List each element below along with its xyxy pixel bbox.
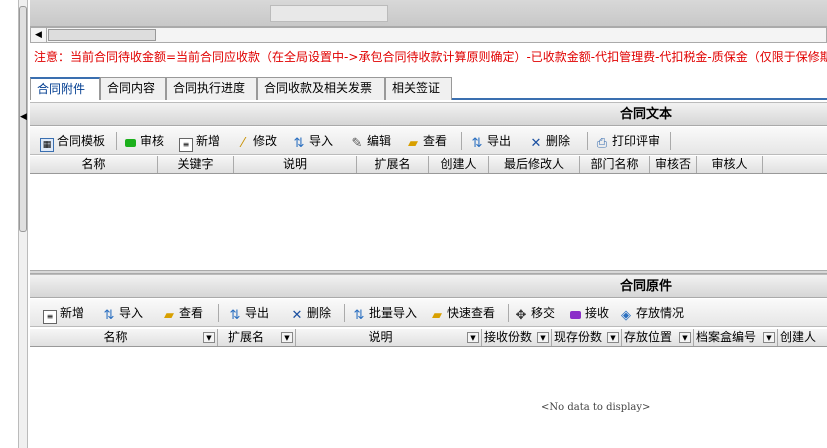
purple-box-icon	[568, 309, 582, 323]
folder-open-icon: ▰	[408, 136, 418, 151]
top-panel	[30, 0, 827, 27]
column-header-extension[interactable]: 扩展名 ▼	[218, 329, 296, 346]
tab-contract-receipts[interactable]: 合同收款及相关发票	[257, 77, 385, 100]
document-icon: ≡	[43, 310, 57, 324]
column-filter-dropdown-icon[interactable]: ▼	[679, 332, 691, 343]
column-header-description[interactable]: 说明 ▼	[296, 329, 482, 346]
horizontal-scroll-thumb[interactable]	[48, 29, 156, 41]
column-header-department[interactable]: 部门名称	[580, 156, 650, 173]
toolbar-separator	[218, 304, 219, 322]
toolbar-separator	[116, 132, 117, 150]
contract-original-grid-header: 名称 ▼ 扩展名 ▼ 说明 ▼ 接收份数 ▼ 现存份数 ▼ 存放位置 ▼ 档案盒编号 ▼ 创建…	[30, 329, 827, 347]
delete-x-icon: ✕	[291, 308, 303, 323]
column-header-creator[interactable]: 创建人	[778, 329, 827, 346]
notice-text: 注意：当前合同待收金额=当前合同应收款（在全局设置中->承包合同待收款计算原则确…	[34, 50, 827, 64]
folder-open-icon: ▰	[432, 308, 442, 323]
toolbar-separator	[670, 132, 671, 150]
contract-original-grid-body[interactable]	[30, 348, 827, 448]
column-filter-dropdown-icon[interactable]: ▼	[607, 332, 619, 343]
column-header-storage-location[interactable]: 存放位置 ▼	[622, 329, 694, 346]
column-header-creator[interactable]: 创建人	[429, 156, 489, 173]
export-original-button[interactable]: ⇅ 导出	[228, 303, 269, 323]
toolbar-separator	[461, 132, 462, 150]
column-header-name[interactable]: 名称 ▼	[30, 329, 218, 346]
column-header-audited[interactable]: 审核否	[650, 156, 697, 173]
delete-x-icon: ✕	[530, 136, 542, 151]
print-review-button[interactable]: ⎙ 打印评审	[595, 131, 660, 151]
edit-button[interactable]: ⁄ 修改	[236, 131, 277, 151]
edit-icon: ✎	[351, 136, 363, 151]
batch-import-button[interactable]: ⇅ 批量导入	[352, 303, 417, 323]
move-icon: ✥	[515, 308, 527, 323]
add-button[interactable]: ≡ 新增	[179, 131, 220, 152]
export-icon: ⇅	[471, 136, 483, 151]
scroll-left-arrow-icon[interactable]: ◀	[31, 28, 47, 42]
audit-button[interactable]: 审核	[123, 131, 164, 151]
printer-icon: ⎙	[596, 136, 608, 151]
table-icon: ▦	[40, 138, 54, 152]
column-header-last-modifier[interactable]: 最后修改人	[489, 156, 580, 173]
quick-view-button[interactable]: ▰ 快速查看	[430, 303, 495, 323]
toolbar-separator	[344, 304, 345, 322]
section-title-contract-text: 合同文本	[30, 102, 827, 126]
section-title-contract-original: 合同原件	[30, 274, 827, 298]
tab-contract-progress[interactable]: 合同执行进度	[166, 77, 257, 100]
column-header-archive-box-number[interactable]: 档案盒编号 ▼	[694, 329, 778, 346]
no-data-message: <No data to display>	[541, 402, 651, 413]
column-filter-dropdown-icon[interactable]: ▼	[537, 332, 549, 343]
add-original-button[interactable]: ≡ 新增	[43, 303, 84, 324]
contract-text-grid-header: 名称 关键字 说明 扩展名 创建人 最后修改人 部门名称 审核否 审核人	[30, 156, 827, 174]
import-original-button[interactable]: ⇅ 导入	[102, 303, 143, 323]
import-icon: ⇅	[353, 308, 365, 323]
view-button[interactable]: ▰ 查看	[406, 131, 447, 151]
storage-status-button[interactable]: ◈ 存放情况	[619, 303, 684, 323]
export-icon: ⇅	[229, 308, 241, 323]
tab-contract-attachments[interactable]: 合同附件	[30, 77, 100, 100]
contract-original-toolbar: ≡ 新增 ⇅ 导入 ▰ 查看 ⇅ 导出 ✕ 删除 ⇅ 批量导入 ▰ 快速查看 ✥ 移交 接收 ◈…	[30, 299, 827, 327]
delete-button[interactable]: ✕ 删除	[529, 131, 570, 151]
import-button[interactable]: ⇅ 导入	[292, 131, 333, 151]
column-header-keyword[interactable]: 关键字	[158, 156, 234, 173]
tab-related-visas[interactable]: 相关签证	[385, 77, 452, 100]
transfer-button[interactable]: ✥ 移交	[514, 303, 555, 323]
top-panel-box	[270, 5, 388, 22]
contract-template-button[interactable]: ▦ 合同模板	[40, 131, 105, 152]
import-icon: ⇅	[103, 308, 115, 323]
diamond-icon: ◈	[621, 308, 631, 323]
collapse-arrow-icon[interactable]: ◀	[20, 112, 27, 122]
column-header-received-copies[interactable]: 接收份数 ▼	[482, 329, 552, 346]
folder-open-icon: ▰	[164, 308, 174, 323]
column-header-description[interactable]: 说明	[234, 156, 357, 173]
wand-icon: ⁄	[241, 136, 245, 151]
receive-button[interactable]: 接收	[568, 303, 609, 323]
document-icon: ≡	[179, 138, 193, 152]
delete-original-button[interactable]: ✕ 删除	[290, 303, 331, 323]
toolbar-separator	[508, 304, 509, 322]
column-filter-dropdown-icon[interactable]: ▼	[281, 332, 293, 343]
contract-text-grid-body[interactable]	[30, 175, 827, 270]
horizontal-scrollbar[interactable]: ◀	[30, 27, 827, 43]
toolbar-separator	[587, 132, 588, 150]
column-filter-dropdown-icon[interactable]: ▼	[203, 332, 215, 343]
column-header-auditor[interactable]: 审核人	[697, 156, 763, 173]
edit-doc-button[interactable]: ✎ 编辑	[350, 131, 391, 151]
tab-contract-content[interactable]: 合同内容	[100, 77, 166, 100]
column-filter-dropdown-icon[interactable]: ▼	[763, 332, 775, 343]
export-button[interactable]: ⇅ 导出	[470, 131, 511, 151]
column-header-current-copies[interactable]: 现存份数 ▼	[552, 329, 622, 346]
green-dot-icon	[123, 137, 137, 151]
column-header-extension[interactable]: 扩展名	[357, 156, 429, 173]
contract-text-toolbar: ▦ 合同模板 审核 ≡ 新增 ⁄ 修改 ⇅ 导入 ✎ 编辑 ▰ 查看 ⇅ 导出 ✕ 删除 ⎙ 打印…	[30, 127, 827, 155]
column-header-name[interactable]: 名称	[30, 156, 158, 173]
view-original-button[interactable]: ▰ 查看	[162, 303, 203, 323]
tab-bar: 合同附件 合同内容 合同执行进度 合同收款及相关发票 相关签证	[30, 76, 827, 100]
import-icon: ⇅	[293, 136, 305, 151]
column-filter-dropdown-icon[interactable]: ▼	[467, 332, 479, 343]
